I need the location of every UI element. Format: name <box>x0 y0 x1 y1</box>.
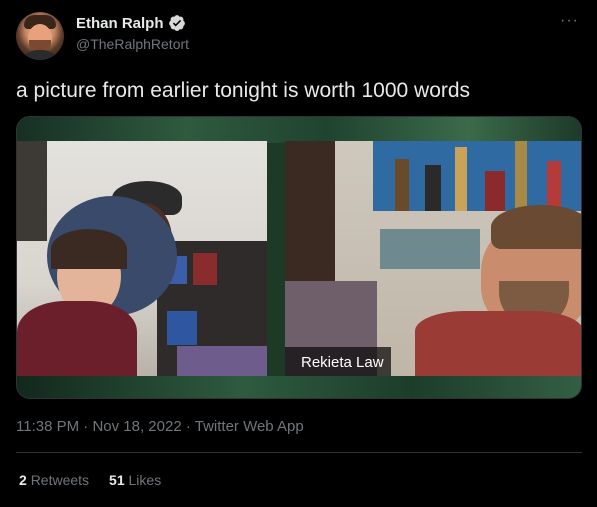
poster <box>177 346 267 378</box>
avatar-shirt <box>18 50 62 60</box>
verified-badge-icon <box>168 14 186 32</box>
flannel-shirt <box>415 311 581 378</box>
woman-sweater <box>17 301 137 378</box>
doorway <box>17 141 47 241</box>
media-right-panel <box>285 141 581 378</box>
media-name-tag: Rekieta Law <box>285 347 391 378</box>
retweets-stat[interactable]: 2 Retweets <box>19 472 89 488</box>
media-bottom-band <box>17 376 581 398</box>
author-display-name[interactable]: Ethan Ralph <box>76 15 164 32</box>
likes-label: Likes <box>128 472 162 488</box>
media-top-band <box>17 117 581 143</box>
avatar[interactable] <box>16 12 64 60</box>
likes-count: 51 <box>109 472 125 488</box>
equipment <box>380 229 480 269</box>
author-name-row: Ethan Ralph <box>76 14 186 32</box>
man-hair <box>491 205 581 249</box>
bottle <box>515 141 527 211</box>
figure-box <box>193 253 217 285</box>
retweets-count: 2 <box>19 472 27 488</box>
bottle <box>455 147 467 211</box>
meta-separator: · <box>79 418 93 435</box>
tweet-text: a picture from earlier tonight is worth … <box>16 79 471 102</box>
retweets-label: Retweets <box>30 472 90 488</box>
tweet-date[interactable]: Nov 18, 2022 <box>92 418 181 435</box>
tweet-stats: 2 Retweets 51 Likes <box>19 472 161 488</box>
tweet-source[interactable]: Twitter Web App <box>195 418 304 435</box>
bottle <box>485 171 505 211</box>
divider <box>16 452 582 453</box>
likes-stat[interactable]: 51 Likes <box>109 472 161 488</box>
bottle <box>547 161 561 211</box>
meta-separator: · <box>181 418 195 435</box>
more-icon[interactable]: ··· <box>560 13 579 29</box>
bottle <box>425 165 441 211</box>
bottle <box>395 159 409 211</box>
tweet-meta: 11:38 PM · Nov 18, 2022 · Twitter Web Ap… <box>16 418 304 435</box>
tweet-time[interactable]: 11:38 PM <box>16 418 79 435</box>
media-left-panel <box>17 141 267 378</box>
figure-box <box>167 311 197 345</box>
tweet-media-image[interactable]: Rekieta Law <box>16 116 582 399</box>
author-handle[interactable]: @TheRalphRetort <box>76 36 189 52</box>
woman-hair <box>51 229 127 269</box>
